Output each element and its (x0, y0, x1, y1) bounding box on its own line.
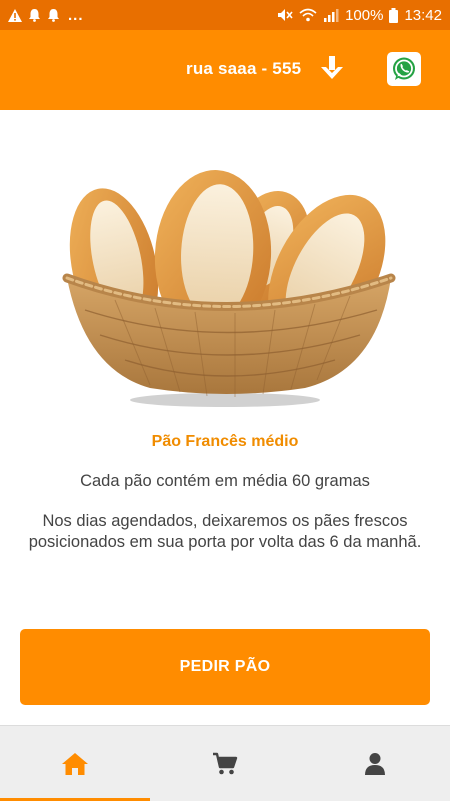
order-bread-button[interactable]: PEDIR PÃO (20, 629, 430, 705)
clock: 13:42 (404, 6, 442, 24)
nav-cart[interactable] (150, 726, 300, 801)
mute-icon (278, 9, 293, 21)
signal-icon (324, 9, 339, 22)
delivery-note: Nos dias agendados, deixaremos os pães f… (28, 512, 422, 551)
user-icon (365, 752, 385, 775)
whatsapp-icon (393, 57, 415, 80)
whatsapp-button[interactable] (387, 52, 421, 86)
delivery-address[interactable]: rua saaa - 555 (186, 59, 301, 79)
app-header: rua saaa - 555 (0, 30, 450, 110)
notification-icons: ... (0, 7, 84, 24)
warning-icon (8, 8, 22, 22)
bell-icon (29, 9, 40, 22)
battery-percent: 100% (345, 6, 384, 24)
cart-icon (213, 752, 238, 774)
home-icon (62, 752, 88, 775)
bell-icon (48, 9, 59, 22)
status-bar: ... 100% 13:42 (0, 0, 450, 30)
bottom-navigation (0, 725, 450, 801)
arrow-down-icon[interactable] (320, 54, 344, 82)
wifi-icon (299, 8, 317, 22)
nav-profile[interactable] (300, 726, 450, 801)
system-status: 100% 13:42 (277, 7, 450, 24)
nav-home[interactable] (0, 726, 150, 801)
battery-icon (389, 7, 399, 23)
bread-basket-image (62, 170, 396, 407)
product-title: Pão Francês médio (151, 433, 299, 450)
more-notifications: ... (68, 6, 84, 24)
product-weight: Cada pão contém em média 60 gramas (80, 472, 370, 490)
